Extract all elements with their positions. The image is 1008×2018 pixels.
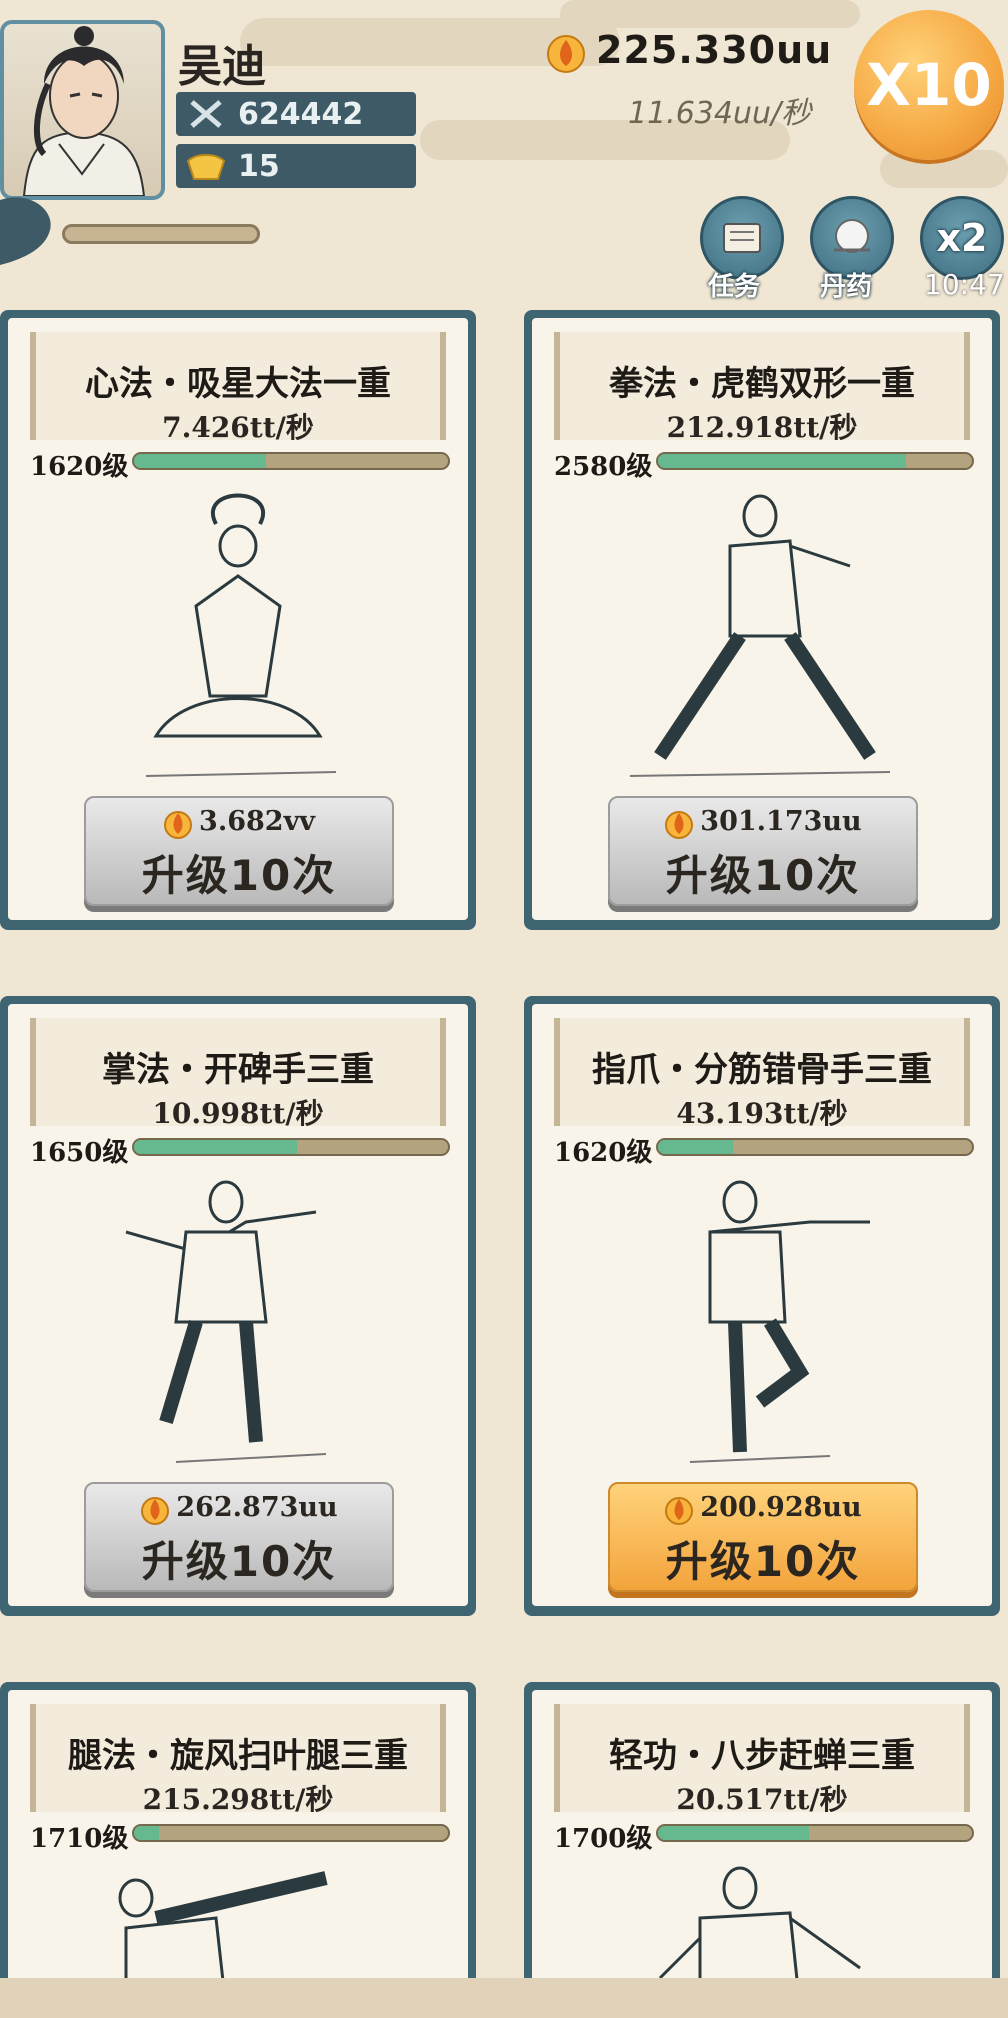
skill-card: 指爪・分筋错骨手三重 43.193tt/秒 1620级 200.928uu 升级… xyxy=(524,996,1000,1616)
upgrade-cost-value: 3.682vv xyxy=(199,806,315,837)
ink-splash-icon xyxy=(0,197,51,265)
fire-coin-icon xyxy=(164,810,193,839)
upgrade-cost-value: 301.173uu xyxy=(700,806,862,837)
gold-value: 15 xyxy=(238,148,280,184)
card-body: 拳法・虎鹤双形一重 212.918tt/秒 2580级 301.173uu 升级… xyxy=(532,318,992,920)
skill-title: 轻功・八步赶蝉三重 xyxy=(609,1736,915,1776)
level-progress-fill xyxy=(658,1140,734,1154)
multiplier-button[interactable]: X10 xyxy=(854,10,1004,160)
gold-ingot-icon xyxy=(186,154,226,180)
player-name: 吴迪 xyxy=(178,41,266,92)
pill-icon xyxy=(834,219,870,253)
skill-rate: 215.298tt/秒 xyxy=(142,1783,334,1816)
upgrade-button[interactable]: 301.173uu 升级10次 xyxy=(608,796,918,906)
skill-title: 掌法・开碑手三重 xyxy=(102,1050,374,1090)
skill-rate: 20.517tt/秒 xyxy=(676,1783,848,1816)
bottom-bar xyxy=(0,1978,1008,2018)
upgrade-label: 升级10次 xyxy=(665,1537,861,1586)
card-body: 掌法・开碑手三重 10.998tt/秒 1650级 262.873uu 升级10… xyxy=(8,1004,468,1606)
double-icon: x2 xyxy=(936,216,988,260)
level-progress-fill xyxy=(134,454,266,468)
scroll-icon xyxy=(723,223,761,253)
card-body: 腿法・旋风扫叶腿三重 215.298tt/秒 1710级 xyxy=(8,1690,468,2018)
upgrade-cost: 200.928uu xyxy=(610,1492,916,1525)
level-progress-fill xyxy=(658,454,907,468)
skill-title: 心法・吸星大法一重 xyxy=(85,364,391,404)
power-value: 624442 xyxy=(238,96,364,132)
skill-title: 腿法・旋风扫叶腿三重 xyxy=(68,1736,408,1776)
level-progress-fill xyxy=(658,1826,809,1840)
skill-card: 心法・吸星大法一重 7.426tt/秒 1620级 3.682vv 升级10次 xyxy=(0,310,476,930)
crossed-swords-icon xyxy=(190,100,222,128)
upgrade-cost-value: 200.928uu xyxy=(700,1492,862,1523)
level-progress-fill xyxy=(134,1826,160,1840)
upgrade-label: 升级10次 xyxy=(141,1537,337,1586)
level-progress-bar xyxy=(132,452,450,470)
power-stat: 624442 xyxy=(176,92,416,136)
player-progress-bar xyxy=(62,224,260,244)
stance-figure-icon xyxy=(629,494,891,777)
card-title-scroll: 指爪・分筋错骨手三重 43.193tt/秒 xyxy=(554,1018,970,1130)
card-title-scroll: 掌法・开碑手三重 10.998tt/秒 xyxy=(30,1018,446,1130)
background-cloud xyxy=(560,0,860,28)
fire-coin-icon xyxy=(665,1496,694,1525)
palm-strike-figure-icon xyxy=(125,1180,327,1463)
skill-level: 2580级 xyxy=(554,452,653,482)
skill-rate: 7.426tt/秒 xyxy=(162,411,314,444)
level-progress-bar xyxy=(656,1824,974,1842)
upgrade-cost-value: 262.873uu xyxy=(176,1492,338,1523)
level-progress-bar xyxy=(132,1824,450,1842)
meditation-figure-icon xyxy=(145,493,337,777)
level-progress-fill xyxy=(134,1140,298,1154)
upgrade-cost: 262.873uu xyxy=(86,1492,392,1525)
skill-level: 1710级 xyxy=(30,1824,129,1854)
tasks-label: 任务 xyxy=(708,272,761,302)
upgrade-label: 升级10次 xyxy=(141,851,337,900)
claw-figure-icon xyxy=(689,1180,870,1463)
card-body: 心法・吸星大法一重 7.426tt/秒 1620级 3.682vv 升级10次 xyxy=(8,318,468,920)
pills-label: 丹药 xyxy=(820,272,873,302)
upgrade-button[interactable]: 3.682vv 升级10次 xyxy=(84,796,394,906)
skill-level: 1620级 xyxy=(554,1138,653,1168)
level-progress-bar xyxy=(656,452,974,470)
card-title-scroll: 心法・吸星大法一重 7.426tt/秒 xyxy=(30,332,446,444)
boost-timer: 10:47 xyxy=(924,268,1005,301)
skill-rate: 43.193tt/秒 xyxy=(676,1097,848,1130)
card-title-scroll: 腿法・旋风扫叶腿三重 215.298tt/秒 xyxy=(30,1704,446,1816)
card-body: 轻功・八步赶蝉三重 20.517tt/秒 1700级 xyxy=(532,1690,992,2018)
skill-title: 指爪・分筋错骨手三重 xyxy=(592,1050,932,1090)
gold-stat: 15 xyxy=(176,144,416,188)
skill-level: 1620级 xyxy=(30,452,129,482)
upgrade-label: 升级10次 xyxy=(665,851,861,900)
currency-total: 225.330uu xyxy=(596,28,833,72)
upgrade-button[interactable]: 262.873uu 升级10次 xyxy=(84,1482,394,1592)
upgrade-cost: 3.682vv xyxy=(86,806,392,839)
skill-level: 1650级 xyxy=(30,1138,129,1168)
skill-level: 1700级 xyxy=(554,1824,653,1854)
skill-card: 轻功・八步赶蝉三重 20.517tt/秒 1700级 xyxy=(524,1682,1000,2018)
level-progress-bar xyxy=(132,1138,450,1156)
skill-card: 拳法・虎鹤双形一重 212.918tt/秒 2580级 301.173uu 升级… xyxy=(524,310,1000,930)
fire-coin-icon xyxy=(665,810,694,839)
skill-rate: 10.998tt/秒 xyxy=(152,1097,324,1130)
skill-card: 掌法・开碑手三重 10.998tt/秒 1650级 262.873uu 升级10… xyxy=(0,996,476,1616)
upgrade-button[interactable]: 200.928uu 升级10次 xyxy=(608,1482,918,1592)
card-title-scroll: 拳法・虎鹤双形一重 212.918tt/秒 xyxy=(554,332,970,444)
fire-coin-icon xyxy=(547,35,585,73)
card-title-scroll: 轻功・八步赶蝉三重 20.517tt/秒 xyxy=(554,1704,970,1816)
fire-coin-icon xyxy=(141,1496,170,1525)
upgrade-cost: 301.173uu xyxy=(610,806,916,839)
level-progress-bar xyxy=(656,1138,974,1156)
skill-rate: 212.918tt/秒 xyxy=(666,411,858,444)
skill-title: 拳法・虎鹤双形一重 xyxy=(609,364,915,404)
player-avatar[interactable] xyxy=(0,20,165,200)
card-body: 指爪・分筋错骨手三重 43.193tt/秒 1620级 200.928uu 升级… xyxy=(532,1004,992,1606)
skill-card: 腿法・旋风扫叶腿三重 215.298tt/秒 1710级 xyxy=(0,1682,476,2018)
currency-rate: 11.634uu/秒 xyxy=(628,96,812,131)
